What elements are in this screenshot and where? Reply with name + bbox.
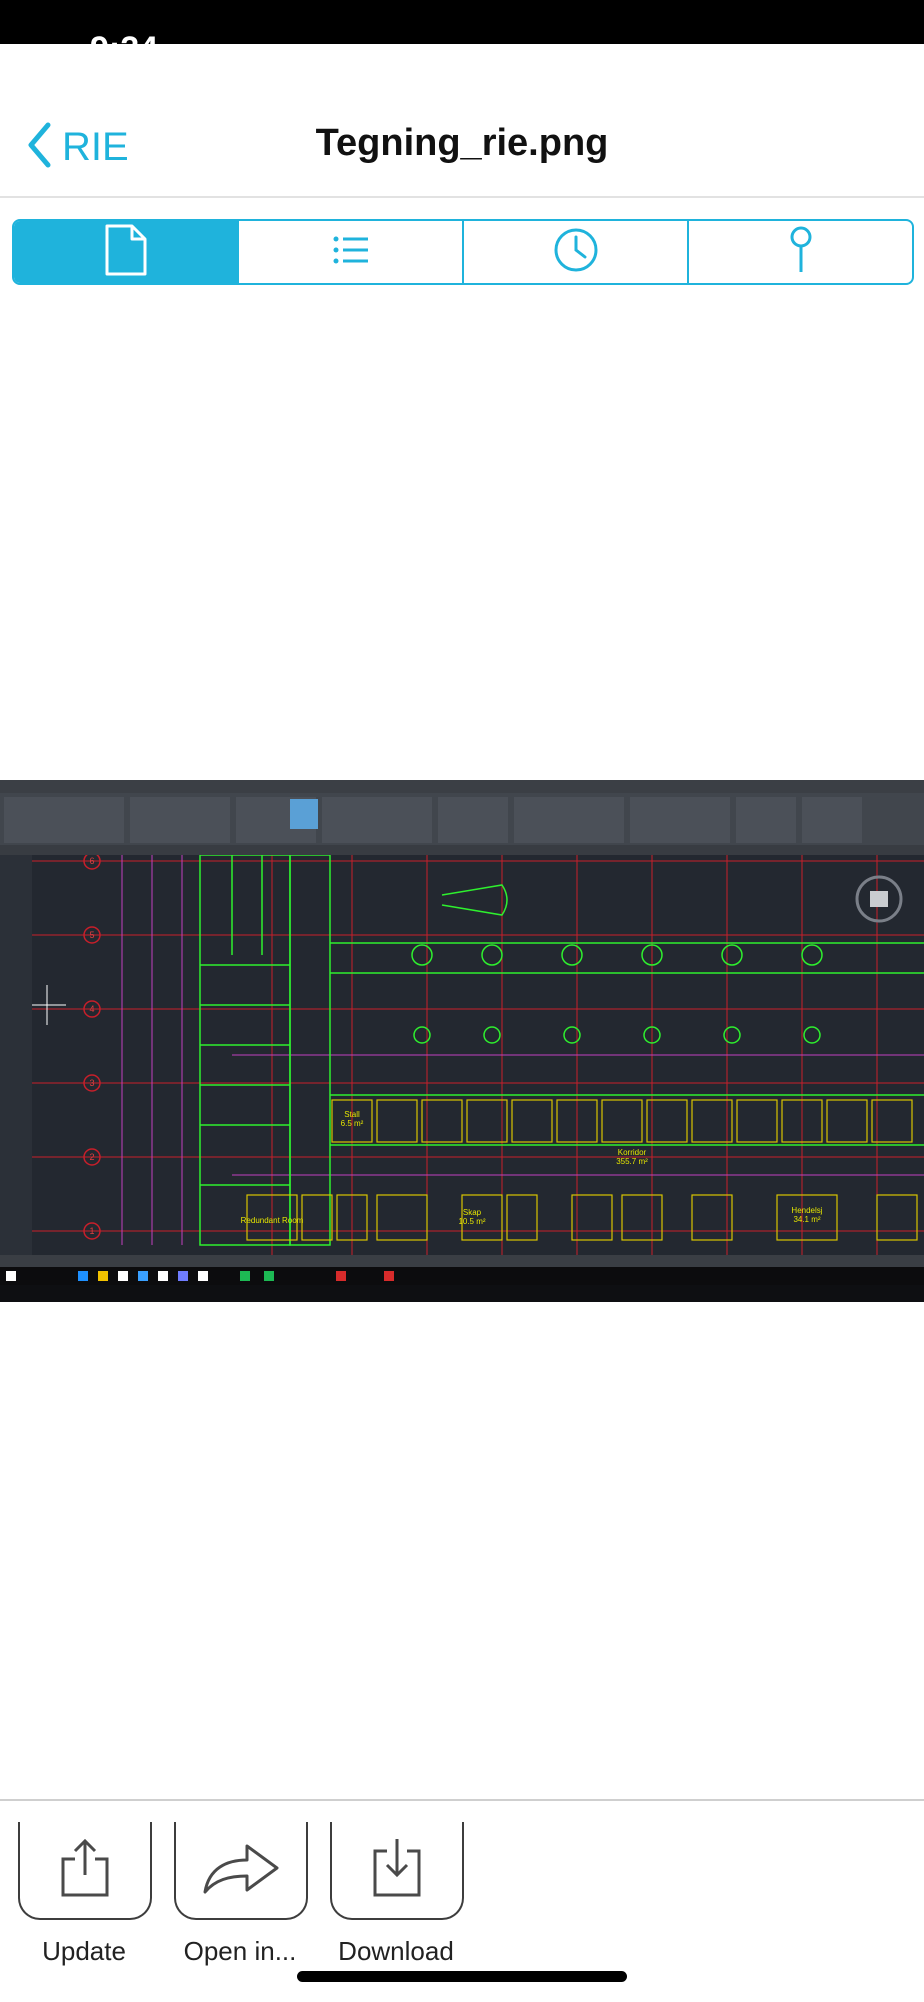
document-icon	[104, 223, 148, 282]
clock-icon	[553, 227, 599, 278]
download-icon	[369, 1837, 425, 1904]
update-button[interactable]: Update	[18, 1822, 152, 1967]
home-indicator[interactable]	[297, 1971, 627, 1982]
navigation-bar: RIE	[0, 44, 924, 198]
view-cube-icon	[855, 875, 903, 923]
grid-number: 6	[89, 856, 94, 866]
pin-icon	[789, 226, 813, 279]
update-label: Update	[42, 1936, 126, 1966]
grid-number: 2	[89, 1152, 94, 1162]
download-button[interactable]: Download	[330, 1822, 464, 1967]
grid-number: 4	[89, 1004, 94, 1014]
room-area: 34.1 m²	[793, 1215, 820, 1224]
open-in-label: Open in...	[183, 1936, 297, 1966]
share-upload-icon	[57, 1837, 113, 1904]
tab-location[interactable]	[687, 221, 912, 283]
room-area: 10.5 m²	[458, 1217, 485, 1226]
status-time: 9:24	[90, 30, 158, 44]
room-label: Korridor	[618, 1148, 647, 1157]
tab-document[interactable]	[14, 221, 237, 283]
forward-arrow-icon	[201, 1840, 281, 1901]
cad-layout-tabs	[0, 1255, 924, 1267]
grid-number: 5	[89, 930, 94, 940]
cad-left-panel	[0, 855, 32, 1255]
room-area: 6.5 m²	[341, 1119, 364, 1128]
room-label: Skap	[463, 1208, 482, 1217]
tab-history[interactable]	[462, 221, 687, 283]
crosshair-icon	[32, 985, 66, 1025]
download-label: Download	[338, 1936, 454, 1966]
image-preview[interactable]: 6 5 4 3 2 1 Skap 10.5 m² Redundant Room …	[0, 780, 924, 1302]
room-label: Hendelsj	[791, 1206, 822, 1215]
grid-number: 1	[89, 1226, 94, 1236]
cad-title-bar	[0, 780, 924, 793]
view-segmented-control	[12, 219, 914, 285]
tab-list[interactable]	[237, 221, 462, 283]
room-area: 355.7 m²	[616, 1157, 648, 1166]
cad-drawing: 6 5 4 3 2 1 Skap 10.5 m² Redundant Room …	[32, 852, 924, 1255]
room-label: Stall	[344, 1110, 360, 1119]
status-bar: 9:24	[0, 0, 924, 44]
room-label: Redundant Room	[241, 1216, 304, 1225]
windows-taskbar	[0, 1267, 924, 1285]
list-icon	[333, 235, 369, 270]
grid-number: 3	[89, 1078, 94, 1088]
cad-ribbon	[0, 793, 924, 856]
open-in-button[interactable]: Open in...	[174, 1822, 308, 1967]
page-title: Tegning_rie.png	[315, 122, 609, 164]
